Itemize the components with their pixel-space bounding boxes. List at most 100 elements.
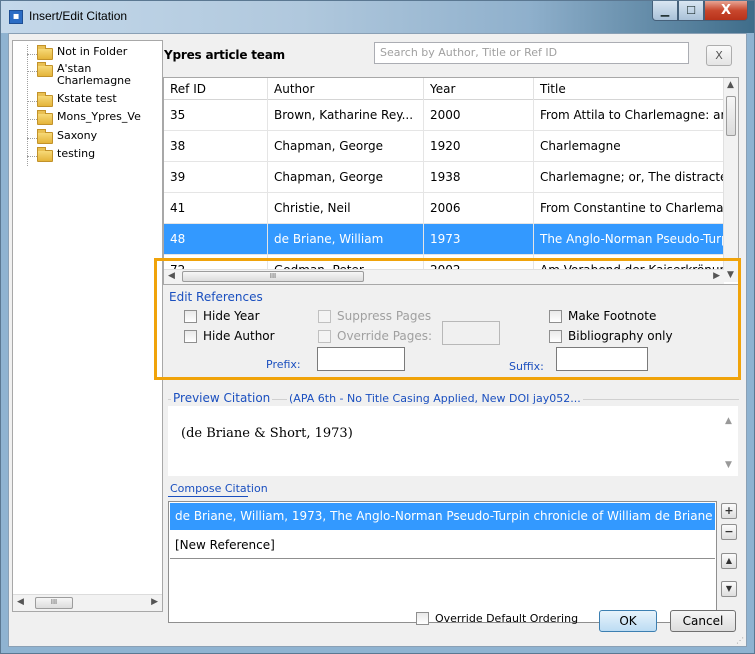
tree-item-label: Kstate test [57,92,117,105]
scroll-up-icon[interactable]: ▲ [727,80,734,90]
tree-item-label: Not in Folder [57,45,128,58]
cell-author: Brown, Katharine Rey... [268,100,424,130]
prefix-input[interactable] [317,347,405,371]
cell-year: 2000 [424,100,534,130]
make-footnote-label: Make Footnote [568,309,657,323]
citation-style-label: (APA 6th - No Title Casing Applied, New … [287,392,583,405]
table-row[interactable]: 35 Brown, Katharine Rey... 2000 From Att… [164,100,726,131]
hide-author-label: Hide Author [203,329,275,343]
tree-item-testing[interactable]: testing [21,147,96,165]
cell-ref-id: 38 [164,131,268,161]
compose-underline [168,496,248,497]
app-icon: ▪ [9,10,23,24]
table-row[interactable]: 41 Christie, Neil 2006 From Constantine … [164,193,726,224]
compose-citation-label: Compose Citation [168,482,270,495]
grid-header: Ref ID Author Year Title [164,78,726,100]
override-pages-input[interactable] [442,321,500,345]
grid-vertical-scrollbar[interactable]: ▲ ▼ [723,78,738,282]
search-input[interactable]: Search by Author, Title or Ref ID [374,42,689,64]
remove-reference-button[interactable]: − [721,524,737,540]
table-row[interactable]: 39 Chapman, George 1938 Charlemagne; or,… [164,162,726,193]
suffix-label: Suffix: [509,360,544,373]
minimize-button[interactable]: ▁ [652,1,678,21]
folder-icon [37,129,53,144]
checkbox-box[interactable] [184,309,197,323]
suppress-pages-label: Suppress Pages [337,309,432,323]
tree-branch [27,101,37,102]
column-header-author[interactable]: Author [268,78,424,100]
checkbox-box[interactable] [318,329,331,343]
hide-author-checkbox[interactable]: Hide Author [184,329,275,343]
hide-year-checkbox[interactable]: Hide Year [184,309,260,323]
cell-year: 1920 [424,131,534,161]
folder-icon [37,92,53,107]
cell-title: From Attila to Charlemagne: art [540,108,726,122]
move-up-button[interactable]: ▲ [721,553,737,569]
scroll-thumb[interactable]: III [35,597,73,609]
make-footnote-checkbox[interactable]: Make Footnote [549,309,656,323]
scroll-left-icon[interactable]: ◀ [17,597,24,607]
move-down-button[interactable]: ▼ [721,581,737,597]
column-header-title[interactable]: Title [534,78,726,100]
prefix-label: Prefix: [266,358,301,371]
cell-year: 2006 [424,193,534,223]
cell-year: 1973 [424,224,534,254]
tree-item-mons-ypres[interactable]: Mons_Ypres_Ve [21,110,141,128]
add-reference-button[interactable]: + [721,503,737,519]
search-clear-button[interactable]: X [706,45,732,66]
suppress-pages-checkbox[interactable]: Suppress Pages [318,309,431,323]
tree-horizontal-scrollbar[interactable]: ◀ III ▶ [13,594,162,611]
cell-author: Chapman, George [268,131,424,161]
preview-citation-label: Preview Citation [171,391,273,405]
column-header-year[interactable]: Year [424,78,534,100]
tree-item-kstate-test[interactable]: Kstate test [21,92,117,110]
cancel-button[interactable]: Cancel [670,610,736,632]
cell-ref-id: 41 [164,193,268,223]
scroll-up-icon[interactable]: ▲ [725,416,732,426]
override-pages-label: Override Pages: [337,329,433,343]
bibliography-only-checkbox[interactable]: Bibliography only [549,329,673,343]
insert-edit-citation-window: ▪ Insert/Edit Citation ▁ ☐ X Not in Fold… [0,0,755,654]
ok-button[interactable]: OK [599,610,657,632]
checkbox-box[interactable] [549,309,562,323]
scroll-right-icon[interactable]: ▶ [151,597,158,607]
tree-item-saxony[interactable]: Saxony [21,129,97,147]
tree-item-label: testing [57,147,96,160]
override-default-ordering-checkbox[interactable]: Override Default Ordering [416,612,578,625]
resize-grip-icon[interactable]: ⋰ [736,636,744,645]
folder-tree: Not in Folder A'stan Charlemagne Kstate … [12,40,163,612]
cell-year: 1938 [424,162,534,192]
checkbox-box[interactable] [549,329,562,343]
folder-icon [37,110,53,125]
scroll-thumb[interactable] [726,96,736,136]
bibliography-only-label: Bibliography only [568,329,673,343]
cell-title: Charlemagne; or, The distracted [540,170,726,184]
tree-item-label: A'stan Charlemagne [57,62,131,87]
table-row-selected[interactable]: 48 de Briane, William 1973 The Anglo-Nor… [164,224,726,255]
group-title: Ypres article team [164,48,285,62]
column-header-ref-id[interactable]: Ref ID [164,78,268,100]
override-pages-checkbox[interactable]: Override Pages: [318,329,432,343]
title-bar[interactable]: ▪ Insert/Edit Citation ▁ ☐ X [1,1,754,33]
cell-ref-id: 39 [164,162,268,192]
maximize-button[interactable]: ☐ [678,1,704,21]
scroll-down-icon[interactable]: ▼ [725,460,732,470]
list-item-selected[interactable]: de Briane, William, 1973, The Anglo-Norm… [170,503,715,530]
cell-title: Charlemagne [540,139,621,153]
table-row[interactable]: 38 Chapman, George 1920 Charlemagne [164,131,726,162]
folder-icon [37,62,53,77]
hide-year-label: Hide Year [203,309,260,323]
preview-scrollbar[interactable]: ▲ ▼ [721,406,738,476]
tree-branch [27,156,37,157]
cell-author: Chapman, George [268,162,424,192]
checkbox-box[interactable] [416,612,429,625]
tree-item-astan-charlemagne[interactable]: A'stan Charlemagne [21,62,131,87]
compose-citation-list: de Briane, William, 1973, The Anglo-Norm… [168,501,717,623]
tree-item-not-in-folder[interactable]: Not in Folder [21,45,128,63]
suffix-input[interactable] [556,347,648,371]
checkbox-box[interactable] [184,329,197,343]
edit-references-label: Edit References [167,290,265,304]
checkbox-box[interactable] [318,309,331,323]
list-item[interactable]: [New Reference] [170,532,715,559]
close-button[interactable]: X [704,1,748,21]
